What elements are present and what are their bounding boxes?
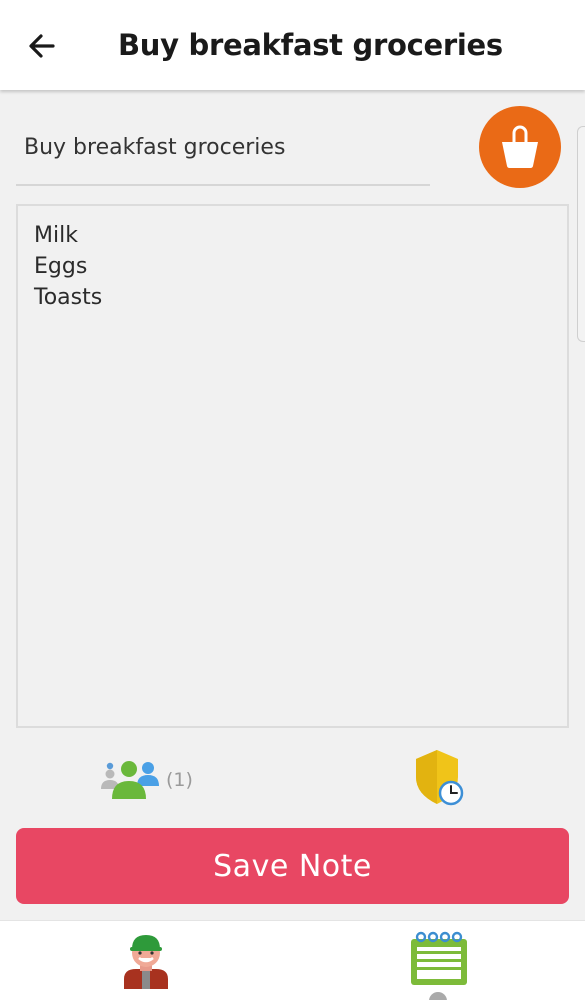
save-note-label: Save Note xyxy=(213,848,372,884)
nav-profile-button[interactable] xyxy=(118,929,174,1000)
avatar-icon xyxy=(124,935,168,989)
content-line: Milk xyxy=(34,223,78,248)
note-title-value: Buy breakfast groceries xyxy=(24,135,286,160)
share-button[interactable]: (1) xyxy=(100,754,200,804)
top-app-bar: Buy breakfast groceries xyxy=(0,0,585,90)
app-root: Buy breakfast groceries Buy breakfast gr… xyxy=(0,0,585,1000)
nav-notes-button[interactable] xyxy=(408,929,472,1000)
privacy-button[interactable] xyxy=(412,748,468,808)
page-title: Buy breakfast groceries xyxy=(118,28,503,62)
note-title-field[interactable]: Buy breakfast groceries xyxy=(16,122,430,186)
content-line: Eggs xyxy=(34,254,88,279)
note-content-field[interactable]: Milk Eggs Toasts xyxy=(16,204,569,728)
bottom-navigation xyxy=(0,920,585,1000)
shield-clock-icon xyxy=(416,750,464,806)
notepad-icon xyxy=(411,931,467,985)
back-button[interactable] xyxy=(22,26,62,66)
arrow-left-icon xyxy=(29,34,55,58)
people-group-icon xyxy=(101,761,159,799)
side-drawer-handle[interactable] xyxy=(577,126,585,342)
save-note-button[interactable]: Save Note xyxy=(16,828,569,904)
share-count: (1) xyxy=(166,769,193,791)
shopping-bag-icon xyxy=(502,125,538,168)
content-line: Toasts xyxy=(34,285,103,310)
category-button[interactable] xyxy=(479,106,561,188)
